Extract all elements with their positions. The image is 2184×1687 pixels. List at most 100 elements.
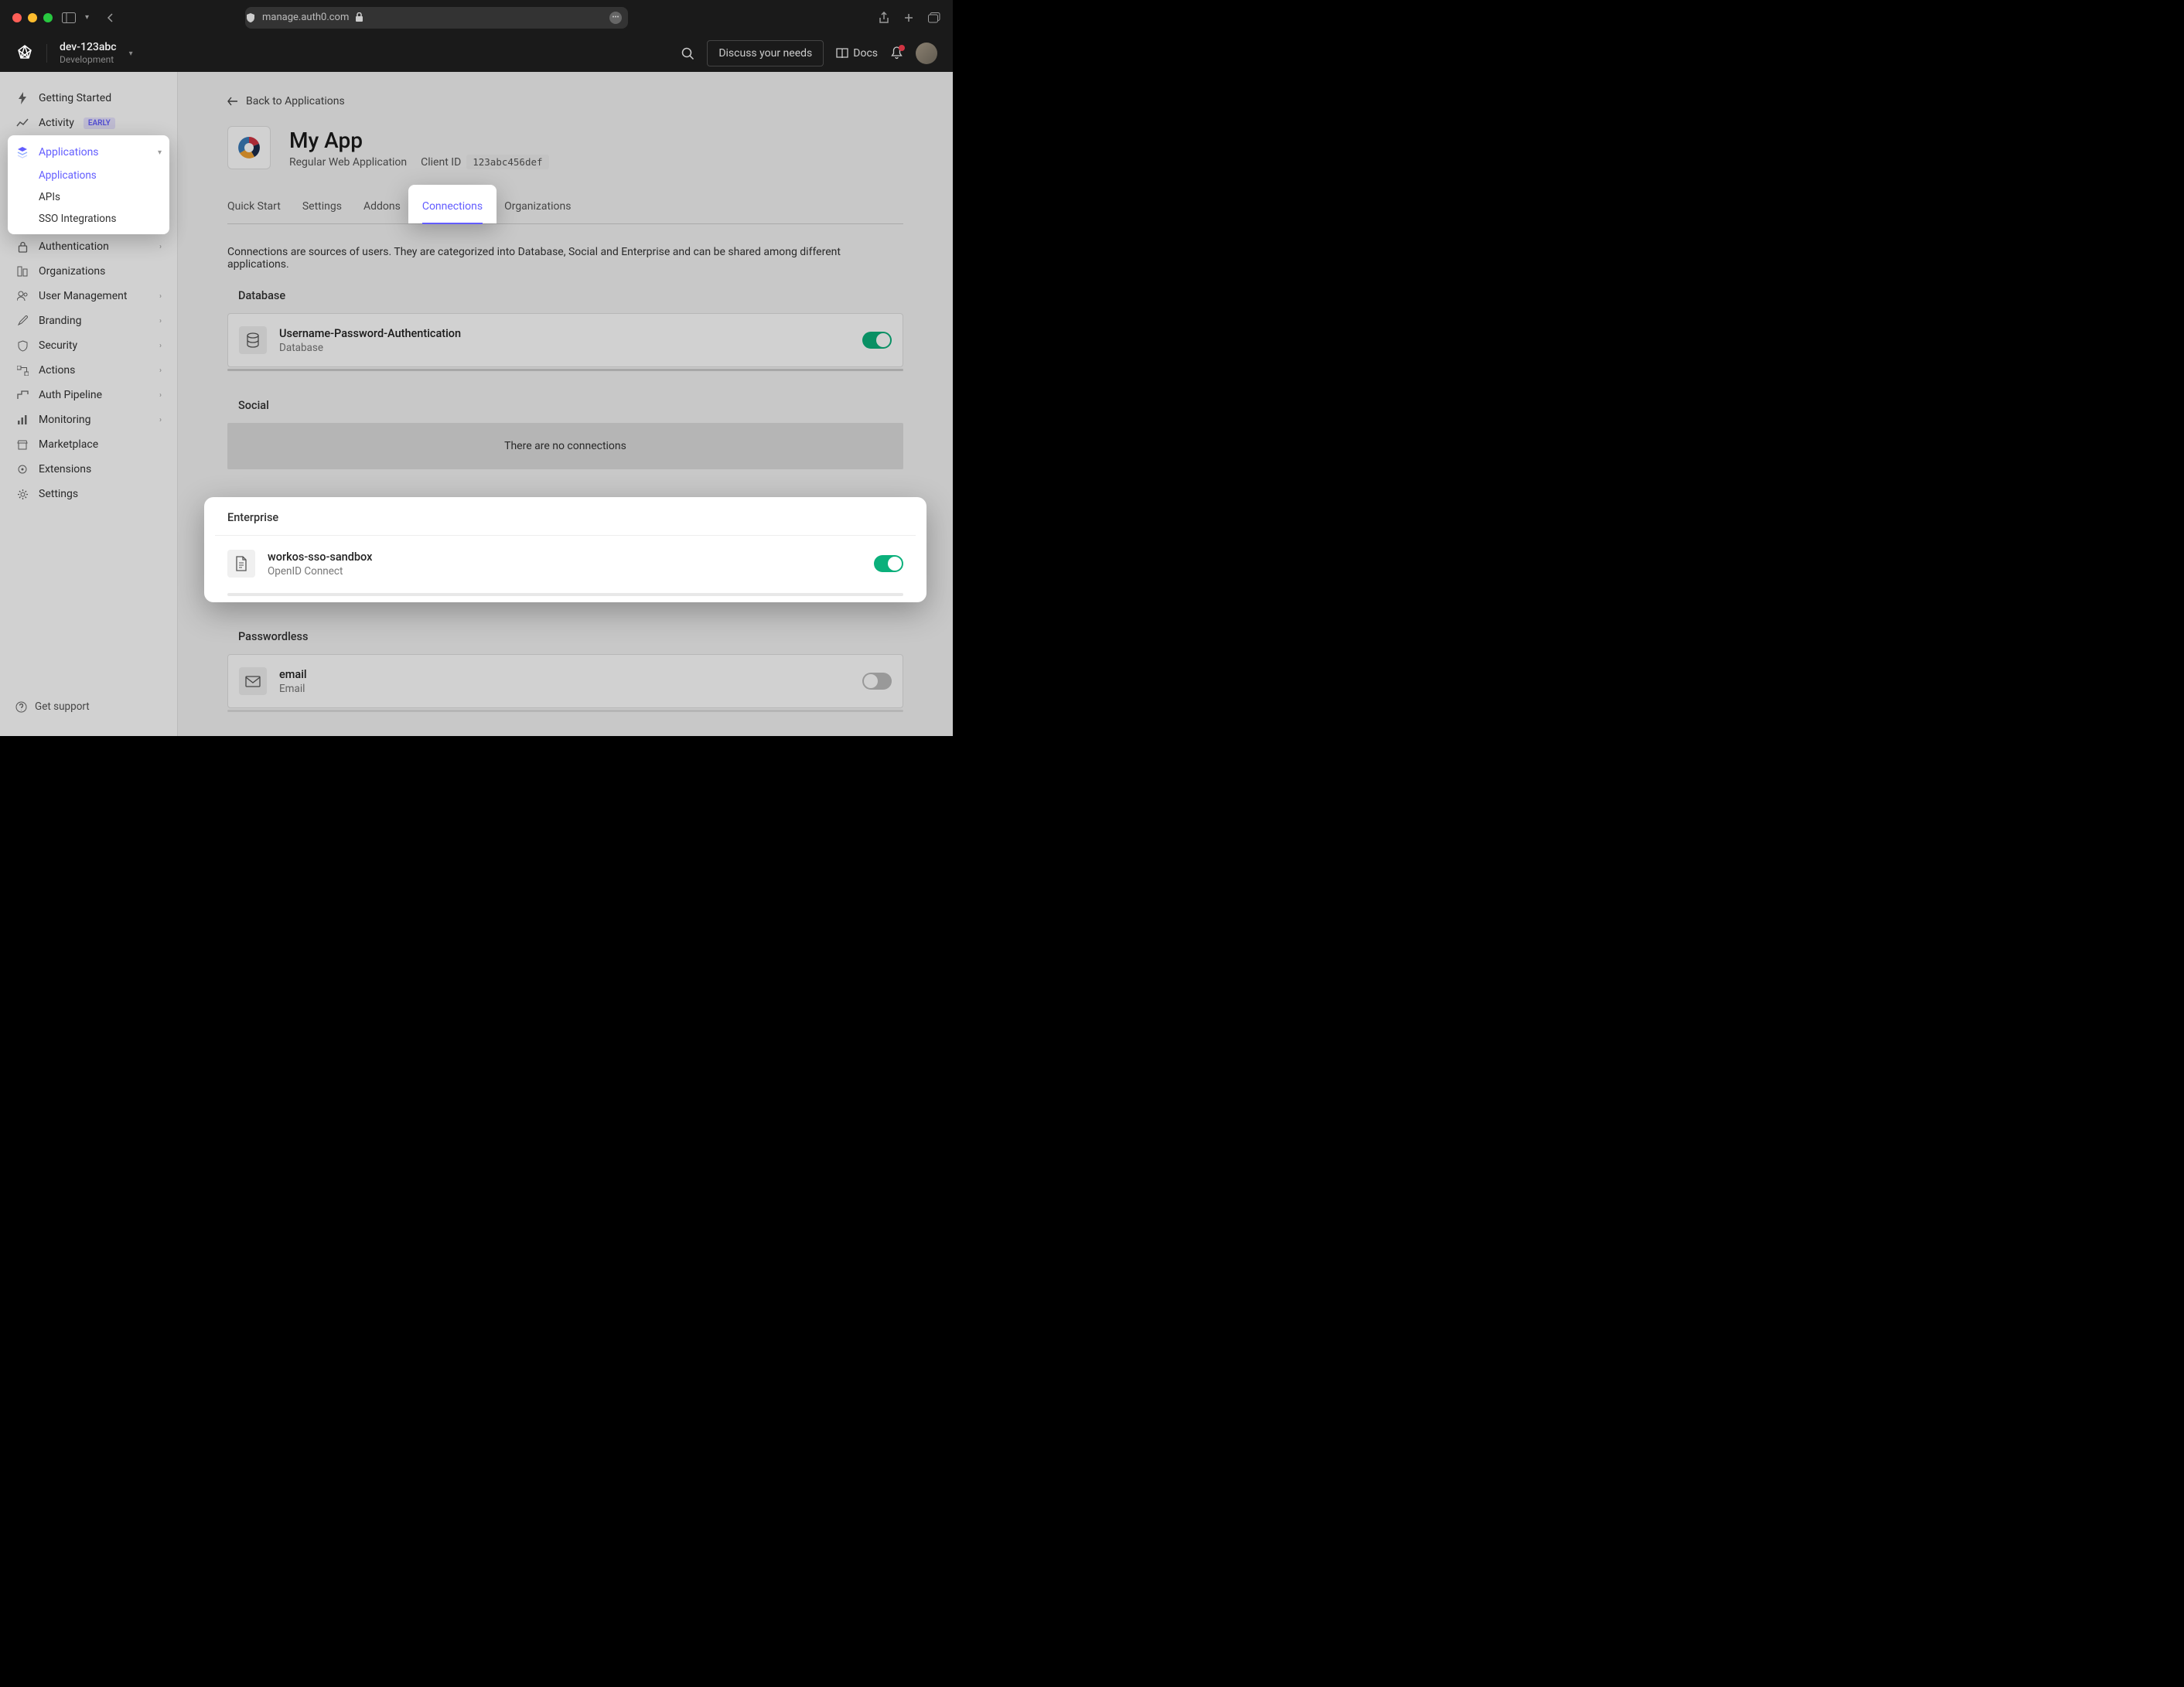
database-icon xyxy=(239,326,267,354)
client-id-value[interactable]: 123abc456def xyxy=(466,155,548,169)
lock-icon xyxy=(355,12,363,22)
notification-dot xyxy=(899,45,905,51)
sidebar-item-getting-started[interactable]: Getting Started xyxy=(0,86,177,111)
sidebar-sub-sso[interactable]: SSO Integrations xyxy=(8,208,169,230)
sidebar-item-activity[interactable]: Activity EARLY xyxy=(0,111,177,135)
sidebar-item-label: Activity xyxy=(39,117,74,129)
sidebar-item-auth-pipeline[interactable]: Auth Pipeline › xyxy=(0,383,177,407)
sidebar-item-label: Security xyxy=(39,339,77,352)
app-type: Regular Web Application xyxy=(289,156,407,169)
sidebar-sub-apis[interactable]: APIs xyxy=(8,186,169,208)
document-icon xyxy=(227,550,255,578)
connection-row-database[interactable]: Username-Password-Authentication Databas… xyxy=(227,313,903,367)
url-text: manage.auth0.com xyxy=(262,12,349,23)
sidebar-item-marketplace[interactable]: Marketplace xyxy=(0,432,177,457)
sidebar-sub-applications[interactable]: Applications xyxy=(8,165,169,186)
tab-settings[interactable]: Settings xyxy=(302,193,342,223)
chevron-right-icon: › xyxy=(159,292,162,301)
main-content: Back to Applications My App Regular Web … xyxy=(178,72,953,736)
stack-icon xyxy=(15,145,29,159)
connection-row-passwordless[interactable]: email Email xyxy=(227,654,903,708)
tab-connections[interactable]: Connections xyxy=(422,193,483,223)
connection-toggle[interactable] xyxy=(874,555,903,572)
sidebar-item-label: Applications xyxy=(39,146,99,158)
chart-icon xyxy=(15,116,29,130)
sidebar-item-applications[interactable]: Applications ▾ xyxy=(8,140,169,165)
sidebar-item-label: Actions xyxy=(39,364,75,377)
tab-quick-start[interactable]: Quick Start xyxy=(227,193,281,223)
pipeline-icon xyxy=(15,388,29,402)
social-empty: There are no connections xyxy=(227,423,903,469)
notifications-button[interactable] xyxy=(890,46,903,60)
sidebar-item-label: Authentication xyxy=(39,240,109,253)
store-icon xyxy=(15,438,29,452)
mail-icon xyxy=(239,667,267,695)
window-minimize[interactable] xyxy=(28,13,37,22)
chevron-down-icon[interactable]: ▾ xyxy=(129,49,133,58)
sidebar-item-settings[interactable]: Settings xyxy=(0,482,177,506)
section-passwordless-title: Passwordless xyxy=(227,630,903,654)
get-support-link[interactable]: Get support xyxy=(0,691,177,722)
chevron-right-icon: › xyxy=(159,342,162,350)
tab-addons[interactable]: Addons xyxy=(363,193,401,223)
window-zoom[interactable] xyxy=(43,13,53,22)
bolt-icon xyxy=(15,91,29,105)
tab-connections-highlight: Connections xyxy=(408,185,497,223)
share-icon[interactable] xyxy=(879,12,889,24)
sidebar-item-actions[interactable]: Actions › xyxy=(0,358,177,383)
back-icon[interactable] xyxy=(106,13,115,22)
tab-organizations[interactable]: Organizations xyxy=(504,193,571,223)
chevron-down-icon: ▾ xyxy=(158,148,162,157)
connection-row-enterprise[interactable]: workos-sso-sandbox OpenID Connect xyxy=(227,536,903,591)
back-to-applications[interactable]: Back to Applications xyxy=(227,95,903,107)
sidebar-item-label: Auth Pipeline xyxy=(39,389,102,401)
sidebar-item-security[interactable]: Security › xyxy=(0,333,177,358)
sidebar-item-label: Extensions xyxy=(39,463,91,475)
connection-type: Database xyxy=(279,342,850,354)
sidebar-item-label: Monitoring xyxy=(39,414,91,426)
url-bar[interactable]: manage.auth0.com ••• xyxy=(245,7,628,29)
sidebar-toggle-icon[interactable] xyxy=(62,12,76,23)
new-tab-icon[interactable] xyxy=(903,12,914,24)
sidebar-item-organizations[interactable]: Organizations xyxy=(0,259,177,284)
sidebar-item-authentication[interactable]: Authentication › xyxy=(0,234,177,259)
book-icon xyxy=(836,48,848,59)
enterprise-section: Enterprise workos-sso-sandbox OpenID Con… xyxy=(204,497,926,602)
building-icon xyxy=(15,264,29,278)
sidebar-item-user-management[interactable]: User Management › xyxy=(0,284,177,308)
tenant-selector[interactable]: dev-123abc Development xyxy=(60,41,117,65)
reader-icon[interactable]: ••• xyxy=(609,12,622,24)
sidebar-item-label: Getting Started xyxy=(39,92,111,104)
sidebar-item-label: Organizations xyxy=(39,265,105,278)
sidebar-item-branding[interactable]: Branding › xyxy=(0,308,177,333)
avatar[interactable] xyxy=(916,43,937,64)
arrow-left-icon xyxy=(227,97,238,106)
traffic-lights xyxy=(12,13,53,22)
app-header-row: My App Regular Web Application Client ID… xyxy=(227,126,903,169)
connection-name: Username-Password-Authentication xyxy=(279,327,850,340)
section-separator xyxy=(227,369,903,371)
window-close[interactable] xyxy=(12,13,22,22)
auth0-logo[interactable] xyxy=(15,44,34,63)
flow-icon xyxy=(15,363,29,377)
sidebar-item-extensions[interactable]: Extensions xyxy=(0,457,177,482)
tenant-name: dev-123abc xyxy=(60,41,117,54)
client-id-label: Client ID xyxy=(421,156,461,169)
section-database-title: Database xyxy=(227,289,903,313)
tenant-env: Development xyxy=(60,54,117,65)
discuss-button[interactable]: Discuss your needs xyxy=(707,40,824,66)
docs-link[interactable]: Docs xyxy=(836,47,878,60)
tabs-icon[interactable] xyxy=(928,12,940,24)
chevron-right-icon: › xyxy=(159,366,162,375)
sidebar-item-label: User Management xyxy=(39,290,127,302)
search-icon[interactable] xyxy=(681,47,694,60)
sidebar-item-monitoring[interactable]: Monitoring › xyxy=(0,407,177,432)
bars-icon xyxy=(15,413,29,427)
connection-toggle[interactable] xyxy=(862,673,892,690)
connection-toggle[interactable] xyxy=(862,332,892,349)
browser-chrome: ▾ manage.auth0.com ••• xyxy=(0,0,953,35)
brush-icon xyxy=(15,314,29,328)
sidebar-applications-group: Applications ▾ Applications APIs SSO Int… xyxy=(8,135,169,234)
chevron-down-icon[interactable]: ▾ xyxy=(85,13,89,22)
chevron-right-icon: › xyxy=(159,317,162,325)
